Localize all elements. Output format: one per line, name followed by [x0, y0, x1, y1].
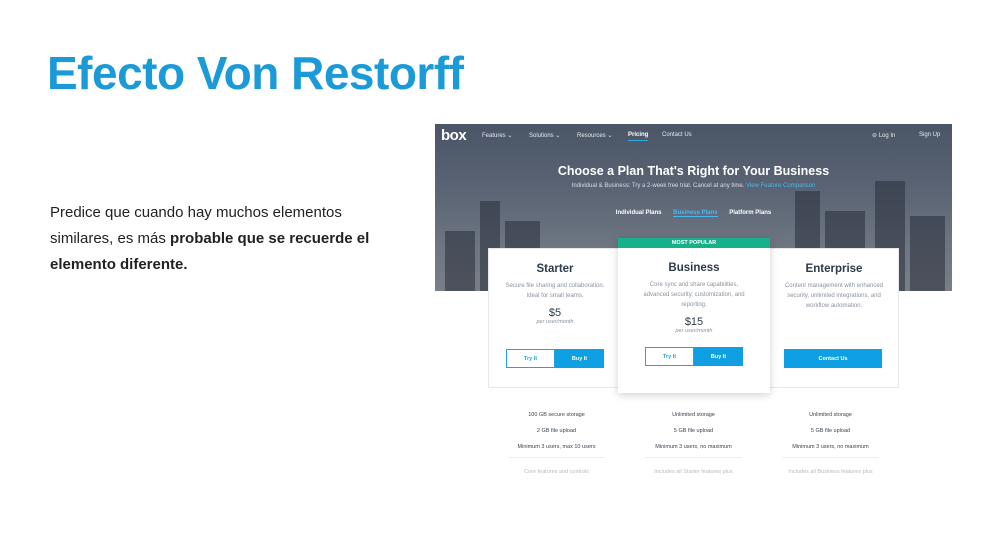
business-features: Unlimited storage 5 GB file upload Minim… [625, 407, 762, 476]
feature-item: Minimum 3 users, no maximum [655, 444, 732, 450]
feature-item: Unlimited storage [809, 412, 852, 418]
nav-solutions[interactable]: Solutions ⌄ [529, 132, 560, 139]
plan-card-business: MOST POPULAR Business Core sync and shar… [618, 238, 770, 393]
signup-link[interactable]: Sign Up [919, 132, 940, 138]
feature-comparison-link[interactable]: View Feature Comparison [746, 183, 815, 189]
nav-contact-us[interactable]: Contact Us [662, 132, 692, 138]
plan-description: Secure file sharing and collaboration. I… [505, 283, 605, 299]
plan-card-enterprise: Enterprise Content management with enhan… [781, 263, 887, 311]
top-nav: box Features ⌄ Solutions ⌄ Resources ⌄ P… [435, 124, 952, 148]
starter-actions: Try It Buy It [506, 349, 604, 368]
try-it-button[interactable]: Try It [506, 349, 555, 368]
plan-price-unit: per user/month [536, 319, 574, 325]
plan-name: Business [668, 262, 720, 274]
feature-item: 100 GB secure storage [528, 412, 585, 418]
feature-item: 5 GB file upload [673, 428, 714, 434]
contact-us-button[interactable]: Contact Us [784, 349, 882, 368]
nav-pricing[interactable]: Pricing [628, 132, 649, 141]
skyline-building [445, 231, 475, 291]
nav-resources[interactable]: Resources ⌄ [577, 132, 612, 139]
skyline-building [910, 216, 945, 291]
tab-platform-plans[interactable]: Platform Plans [729, 210, 771, 216]
feature-item: Unlimited storage [672, 412, 715, 418]
hero-subtitle-text: Individual & Business: Try a 2-week free… [571, 183, 745, 189]
login-link[interactable]: ⊖ Log In [872, 132, 895, 139]
nav-features[interactable]: Features ⌄ [482, 132, 512, 139]
plan-card-starter: Starter Secure file sharing and collabor… [502, 263, 608, 325]
box-logo[interactable]: box [441, 127, 467, 144]
buy-it-button[interactable]: Buy It [555, 349, 604, 368]
hero-title: Choose a Plan That's Right for Your Busi… [557, 164, 830, 178]
feature-item: Minimum 3 users, max 10 users [517, 444, 596, 450]
plan-price: $5 [548, 307, 562, 319]
feature-item: Minimum 3 users, no maximum [792, 444, 869, 450]
divider [645, 457, 742, 458]
plan-description: Core sync and share capabilities, advanc… [643, 282, 745, 308]
tab-business-plans[interactable]: Business Plans [673, 210, 718, 217]
tab-individual-plans[interactable]: Individual Plans [616, 210, 662, 216]
slide-title: Efecto Von Restorff [47, 47, 464, 99]
hero-subtitle: Individual & Business: Try a 2-week free… [435, 183, 952, 189]
plan-price-unit: per user/month [675, 328, 713, 334]
plan-name: Starter [536, 263, 574, 275]
feature-item: 2 GB file upload [536, 428, 577, 434]
enterprise-features: Unlimited storage 5 GB file upload Minim… [762, 407, 899, 476]
feature-item: Core features and controls [524, 469, 589, 475]
feature-item: Includes all Starter features plus [654, 469, 733, 475]
starter-features: 100 GB secure storage 2 GB file upload M… [488, 407, 625, 476]
plan-card-business-content: Business Core sync and share capabilitie… [638, 262, 750, 334]
plan-description: Content management with enhanced securit… [784, 283, 884, 309]
slide-description: Predice que cuando hay muchos elementos … [50, 200, 405, 278]
feature-item: 5 GB file upload [810, 428, 851, 434]
plan-name: Enterprise [805, 263, 863, 275]
buy-it-button[interactable]: Buy It [694, 347, 743, 366]
divider [782, 457, 879, 458]
pricing-page-screenshot: box Features ⌄ Solutions ⌄ Resources ⌄ P… [435, 124, 952, 476]
try-it-button[interactable]: Try It [645, 347, 694, 366]
business-actions: Try It Buy It [645, 347, 743, 366]
plan-price: $15 [684, 316, 704, 328]
feature-item: Includes all Business features plus [788, 469, 873, 475]
enterprise-actions: Contact Us [784, 349, 882, 368]
most-popular-badge: MOST POPULAR [618, 238, 770, 248]
plan-tabs: Individual Plans Business Plans Platform… [435, 210, 952, 217]
divider [508, 457, 605, 458]
